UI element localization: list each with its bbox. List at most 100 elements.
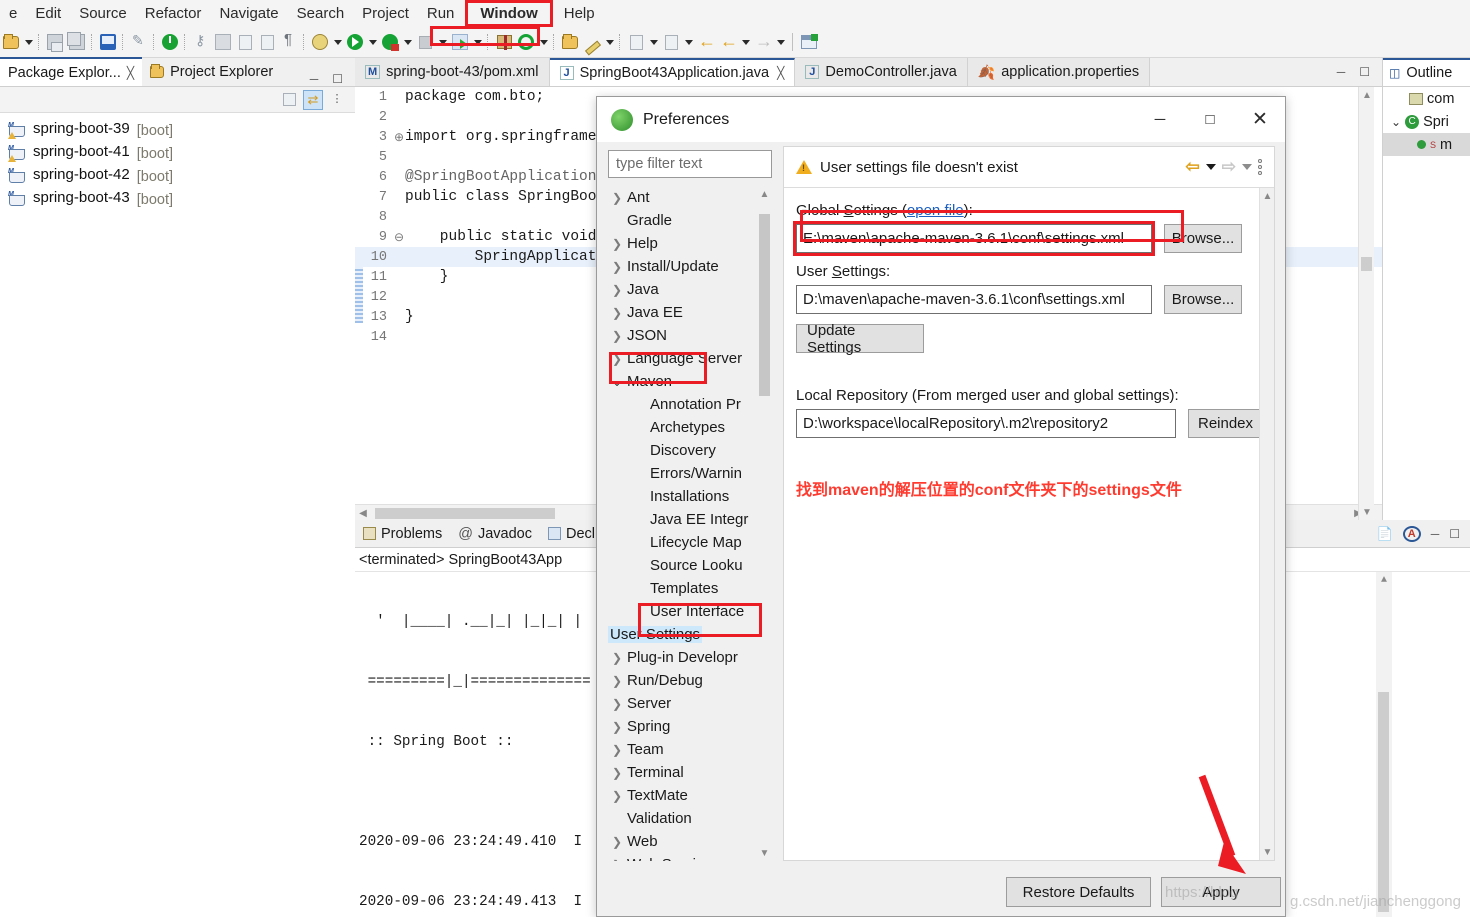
menu-item-edit[interactable]: Edit xyxy=(26,0,70,27)
tree-item-user-settings[interactable]: User Settings xyxy=(608,623,772,646)
run-server-dropdown-icon[interactable] xyxy=(401,31,414,53)
restore-defaults-button[interactable]: Restore Defaults xyxy=(1006,877,1151,907)
power-icon[interactable] xyxy=(159,31,181,53)
outline-row[interactable]: ⌄ C Spri xyxy=(1383,110,1470,133)
maximize-icon[interactable]: ☐ xyxy=(1449,527,1460,541)
tree-item-user-interface[interactable]: User Interface xyxy=(608,600,772,623)
console-view-icon[interactable]: 📄 xyxy=(1377,526,1393,542)
tree-item-run-debug[interactable]: ❯ Run/Debug xyxy=(608,669,772,692)
fold-marker[interactable]: ⊕ xyxy=(393,130,405,145)
minimize-icon[interactable]: ─ xyxy=(310,72,319,86)
chevron-down-icon[interactable]: ⌄ xyxy=(608,375,626,389)
save-all-icon[interactable] xyxy=(66,31,88,53)
tree-item-web[interactable]: ❯ Web xyxy=(608,830,772,853)
previous-annotation-icon[interactable] xyxy=(660,31,682,53)
collapse-all-icon[interactable] xyxy=(279,90,299,110)
menu-item-refactor[interactable]: Refactor xyxy=(136,0,211,27)
chevron-right-icon[interactable]: ❯ xyxy=(608,835,626,849)
tree-item-errors-warnings[interactable]: Errors/Warnin xyxy=(608,462,772,485)
chevron-right-icon[interactable]: ❯ xyxy=(608,329,626,343)
menu-item-run[interactable]: Run xyxy=(418,0,464,27)
maximize-icon[interactable]: ☐ xyxy=(332,72,343,86)
close-icon[interactable]: ╳ xyxy=(127,66,134,80)
minimize-icon[interactable]: ─ xyxy=(1135,97,1185,142)
chevron-right-icon[interactable]: ❯ xyxy=(608,743,626,757)
chevron-right-icon[interactable]: ❯ xyxy=(608,306,626,320)
back-icon[interactable] xyxy=(717,31,739,53)
filter-input[interactable]: type filter text xyxy=(608,150,772,178)
tree-item-help[interactable]: ❯ Help xyxy=(608,232,772,255)
scroll-down-icon[interactable]: ▼ xyxy=(1359,504,1375,520)
chevron-right-icon[interactable]: ❯ xyxy=(608,697,626,711)
tree-item-templates[interactable]: Templates xyxy=(608,577,772,600)
run-dropdown-icon[interactable] xyxy=(366,31,379,53)
scroll-up-icon[interactable]: ▲ xyxy=(1376,572,1392,588)
tree-item-source-lookup[interactable]: Source Looku xyxy=(608,554,772,577)
import-icon[interactable] xyxy=(234,31,256,53)
debug-icon[interactable] xyxy=(309,31,331,53)
chevron-right-icon[interactable]: ❯ xyxy=(608,720,626,734)
chevron-right-icon[interactable]: ❯ xyxy=(608,766,626,780)
refresh-icon[interactable] xyxy=(515,31,537,53)
back-dropdown-icon[interactable] xyxy=(739,31,752,53)
tree-item-archetypes[interactable]: Archetypes xyxy=(608,416,772,439)
tree-item-team[interactable]: ❯ Team xyxy=(608,738,772,761)
tab-application-properties[interactable]: 🍂 application.properties xyxy=(967,58,1151,86)
stop-dropdown-icon[interactable] xyxy=(436,31,449,53)
pin-icon[interactable] xyxy=(128,31,150,53)
external-tools-icon[interactable] xyxy=(449,31,471,53)
chevron-right-icon[interactable]: ❯ xyxy=(608,651,626,665)
tab-package-explorer[interactable]: Package Explor... ╳ xyxy=(0,57,143,86)
view-menu-icon[interactable]: ⋮ xyxy=(327,90,347,110)
tree-vertical-scrollbar[interactable]: ▲ ▼ xyxy=(757,186,772,861)
chevron-right-icon[interactable]: ❯ xyxy=(608,237,626,251)
update-settings-button[interactable]: Update Settings xyxy=(796,322,924,356)
back-arrow-icon[interactable]: ⇦ xyxy=(1186,157,1200,177)
scroll-down-icon[interactable]: ▼ xyxy=(757,845,772,861)
new-window-icon[interactable] xyxy=(798,31,820,53)
tree-item-textmate[interactable]: ❯ TextMate xyxy=(608,784,772,807)
tree-item-java-ee[interactable]: ❯ Java EE xyxy=(608,301,772,324)
debug-dropdown-icon[interactable] xyxy=(331,31,344,53)
save-icon[interactable] xyxy=(44,31,66,53)
close-icon[interactable]: ✕ xyxy=(1235,97,1285,142)
tree-item-discovery[interactable]: Discovery xyxy=(608,439,772,462)
menu-item-e[interactable]: e xyxy=(0,0,26,27)
vscroll-thumb[interactable] xyxy=(1361,257,1372,271)
ruler-icon[interactable] xyxy=(212,31,234,53)
maximize-icon[interactable]: □ xyxy=(1185,97,1235,142)
console-vertical-scrollbar[interactable]: ▲ xyxy=(1376,572,1392,917)
fold-marker[interactable]: ⊖ xyxy=(393,230,405,245)
list-item[interactable]: M spring-boot-43 [boot] xyxy=(0,188,355,211)
editor-vertical-scrollbar[interactable]: ▲ ▼ xyxy=(1358,87,1374,520)
user-settings-browse-button[interactable]: Browse... xyxy=(1164,285,1242,314)
page-vertical-scrollbar[interactable]: ▲ ▼ xyxy=(1259,188,1274,860)
search-icon[interactable] xyxy=(581,31,603,53)
properties-icon[interactable] xyxy=(256,31,278,53)
search-dropdown-icon[interactable] xyxy=(603,31,616,53)
menu-item-navigate[interactable]: Navigate xyxy=(210,0,287,27)
tree-item-json[interactable]: ❯ JSON xyxy=(608,324,772,347)
forward-dropdown-icon[interactable] xyxy=(1242,164,1252,170)
refresh-dropdown-icon[interactable] xyxy=(537,31,550,53)
next-annotation-icon[interactable] xyxy=(625,31,647,53)
tree-item-web-services[interactable]: ❯Web Services xyxy=(608,853,772,861)
tree-item-annotation-processing[interactable]: Annotation Pr xyxy=(608,393,772,416)
apply-button[interactable]: Apply xyxy=(1161,877,1281,907)
menu-item-search[interactable]: Search xyxy=(288,0,354,27)
preferences-tree[interactable]: ❯ Ant Gradle ❯ Help ❯ Install/Update ❯ Java … xyxy=(608,186,772,861)
scroll-up-icon[interactable]: ▲ xyxy=(1260,188,1275,204)
vscroll-thumb[interactable] xyxy=(759,214,770,396)
tree-item-lifecycle-mappings[interactable]: Lifecycle Map xyxy=(608,531,772,554)
error-log-icon[interactable]: A xyxy=(1402,525,1421,542)
minimize-icon[interactable]: ─ xyxy=(1337,65,1346,79)
run-icon[interactable] xyxy=(344,31,366,53)
tab-declaration[interactable]: Decl xyxy=(540,526,603,542)
new-wizard-dropdown-icon[interactable] xyxy=(22,31,35,53)
user-settings-input[interactable]: D:\maven\apache-maven-3.6.1\conf\setting… xyxy=(796,285,1152,314)
view-menu-icon[interactable] xyxy=(1258,159,1262,175)
console-icon[interactable] xyxy=(97,31,119,53)
tab-javadoc[interactable]: @ Javadoc xyxy=(450,526,540,542)
scroll-down-icon[interactable]: ▼ xyxy=(1260,844,1275,860)
previous-annotation-dropdown-icon[interactable] xyxy=(682,31,695,53)
